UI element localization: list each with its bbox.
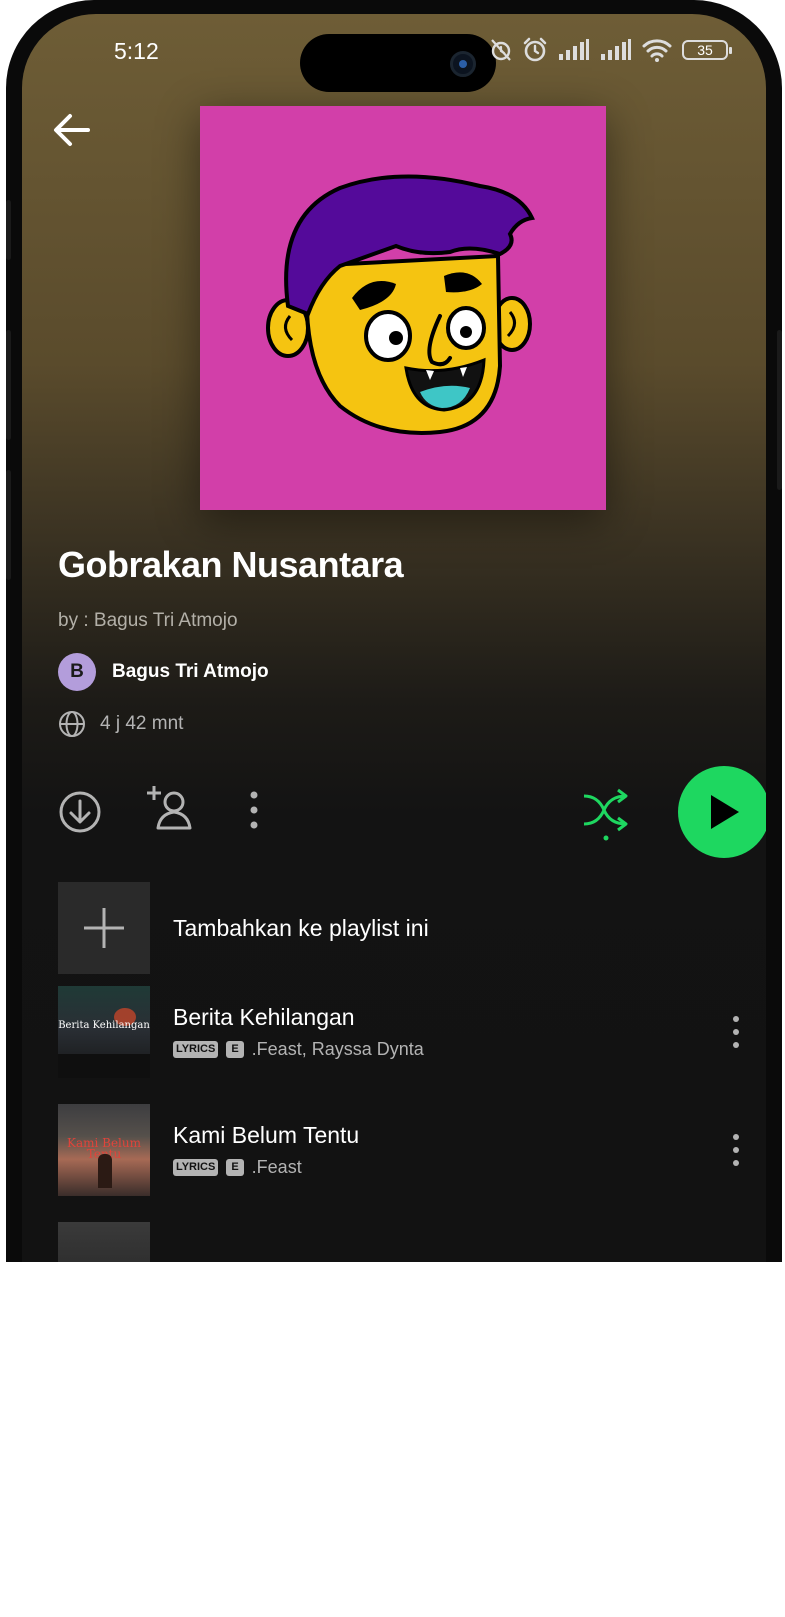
duration-text: 4 j 42 mnt [100, 713, 184, 734]
add-person-icon [147, 786, 192, 830]
globe-icon [59, 711, 85, 737]
status-time: 5:12 [114, 38, 159, 64]
alarm-icon [523, 37, 547, 62]
shuffle-icon [583, 788, 628, 841]
cartoon-face-illustration [266, 174, 535, 435]
app-screen: 5:12 35 Gobrakan Nusantara by: Bagus Tr… [22, 14, 766, 1262]
back-button[interactable] [50, 108, 94, 152]
play-button[interactable] [678, 766, 766, 858]
shuffle-button[interactable] [582, 786, 630, 847]
more-dot [733, 1160, 739, 1166]
explicit-badge: E [226, 1159, 244, 1176]
download-circle-icon [59, 791, 101, 833]
alarm-muted-icon [491, 39, 511, 61]
track-title: Kami Belum Tentu [173, 1122, 360, 1148]
signal-icon-2 [601, 39, 631, 60]
track-meta: LYRICS E .Feast [173, 1157, 724, 1178]
plus-icon [84, 908, 124, 948]
track-more-button[interactable] [724, 1130, 748, 1170]
album-art-text: Berita Kehilangan [58, 1020, 150, 1031]
lyrics-badge: LYRICS [173, 1041, 219, 1058]
play-icon [711, 795, 739, 829]
owner-name[interactable]: Bagus Tri Atmojo [112, 661, 269, 683]
track-artists: .Feast [251, 1157, 302, 1177]
lyrics-badge: LYRICS [173, 1159, 219, 1176]
signal-icon [559, 39, 589, 60]
track-row[interactable]: Kami Belum Tentu Kami Belum Tentu LYRICS… [58, 1104, 748, 1196]
more-vertical-icon [250, 791, 258, 829]
track-artists: .Feast, Rayssa Dynta [251, 1039, 424, 1059]
track-album-art [58, 1222, 150, 1262]
side-button [6, 200, 11, 260]
avatar[interactable]: B [58, 653, 96, 691]
explicit-badge: E [226, 1041, 244, 1058]
track-info: Kami Belum Tentu LYRICS E .Feast [173, 1122, 724, 1178]
download-button[interactable] [58, 790, 102, 839]
playlist-title: Gobrakan Nusantara [58, 544, 404, 585]
track-album-art: Berita Kehilangan [58, 986, 150, 1078]
dynamic-island [300, 34, 496, 92]
action-bar [58, 766, 766, 858]
wifi-icon [642, 39, 672, 62]
track-album-art: Kami Belum Tentu [58, 1104, 150, 1196]
track-row[interactable] [58, 1222, 748, 1262]
playlist-description: by : Bagus Tri Atmojo [58, 610, 238, 631]
add-tile[interactable] [58, 882, 150, 974]
add-to-playlist-row[interactable]: Tambahkan ke playlist ini [58, 882, 429, 974]
playlist-cover-image [200, 106, 606, 510]
more-dot [733, 1029, 739, 1035]
track-title: Berita Kehilangan [173, 1004, 355, 1030]
phone-frame: 5:12 35 Gobrakan Nusantara by: Bagus Tr… [6, 0, 782, 1262]
more-vertical-icon [733, 1016, 739, 1022]
track-meta: LYRICS E .Feast, Rayssa Dynta [173, 1039, 724, 1060]
more-options-button[interactable] [246, 790, 262, 835]
volume-down-button [6, 470, 11, 580]
arrow-left-icon [54, 114, 90, 146]
add-to-playlist-label[interactable]: Tambahkan ke playlist ini [173, 915, 429, 942]
volume-up-button [6, 330, 11, 440]
camera-icon [450, 51, 476, 77]
more-dot [733, 1147, 739, 1153]
track-row[interactable]: Berita Kehilangan Berita Kehilangan LYRI… [58, 986, 748, 1078]
more-vertical-icon [733, 1134, 739, 1140]
status-icons: 35 [490, 36, 732, 64]
battery-icon: 35 [682, 40, 732, 60]
more-dot [733, 1042, 739, 1048]
playlist-duration: 4 j 42 mnt [58, 710, 183, 738]
track-more-button[interactable] [724, 1012, 748, 1052]
invite-collaborator-button[interactable] [146, 784, 196, 837]
playlist-owner[interactable]: B Bagus Tri Atmojo [58, 653, 269, 691]
track-info: Berita Kehilangan LYRICS E .Feast, Rayss… [173, 1004, 724, 1060]
power-button [777, 330, 782, 490]
